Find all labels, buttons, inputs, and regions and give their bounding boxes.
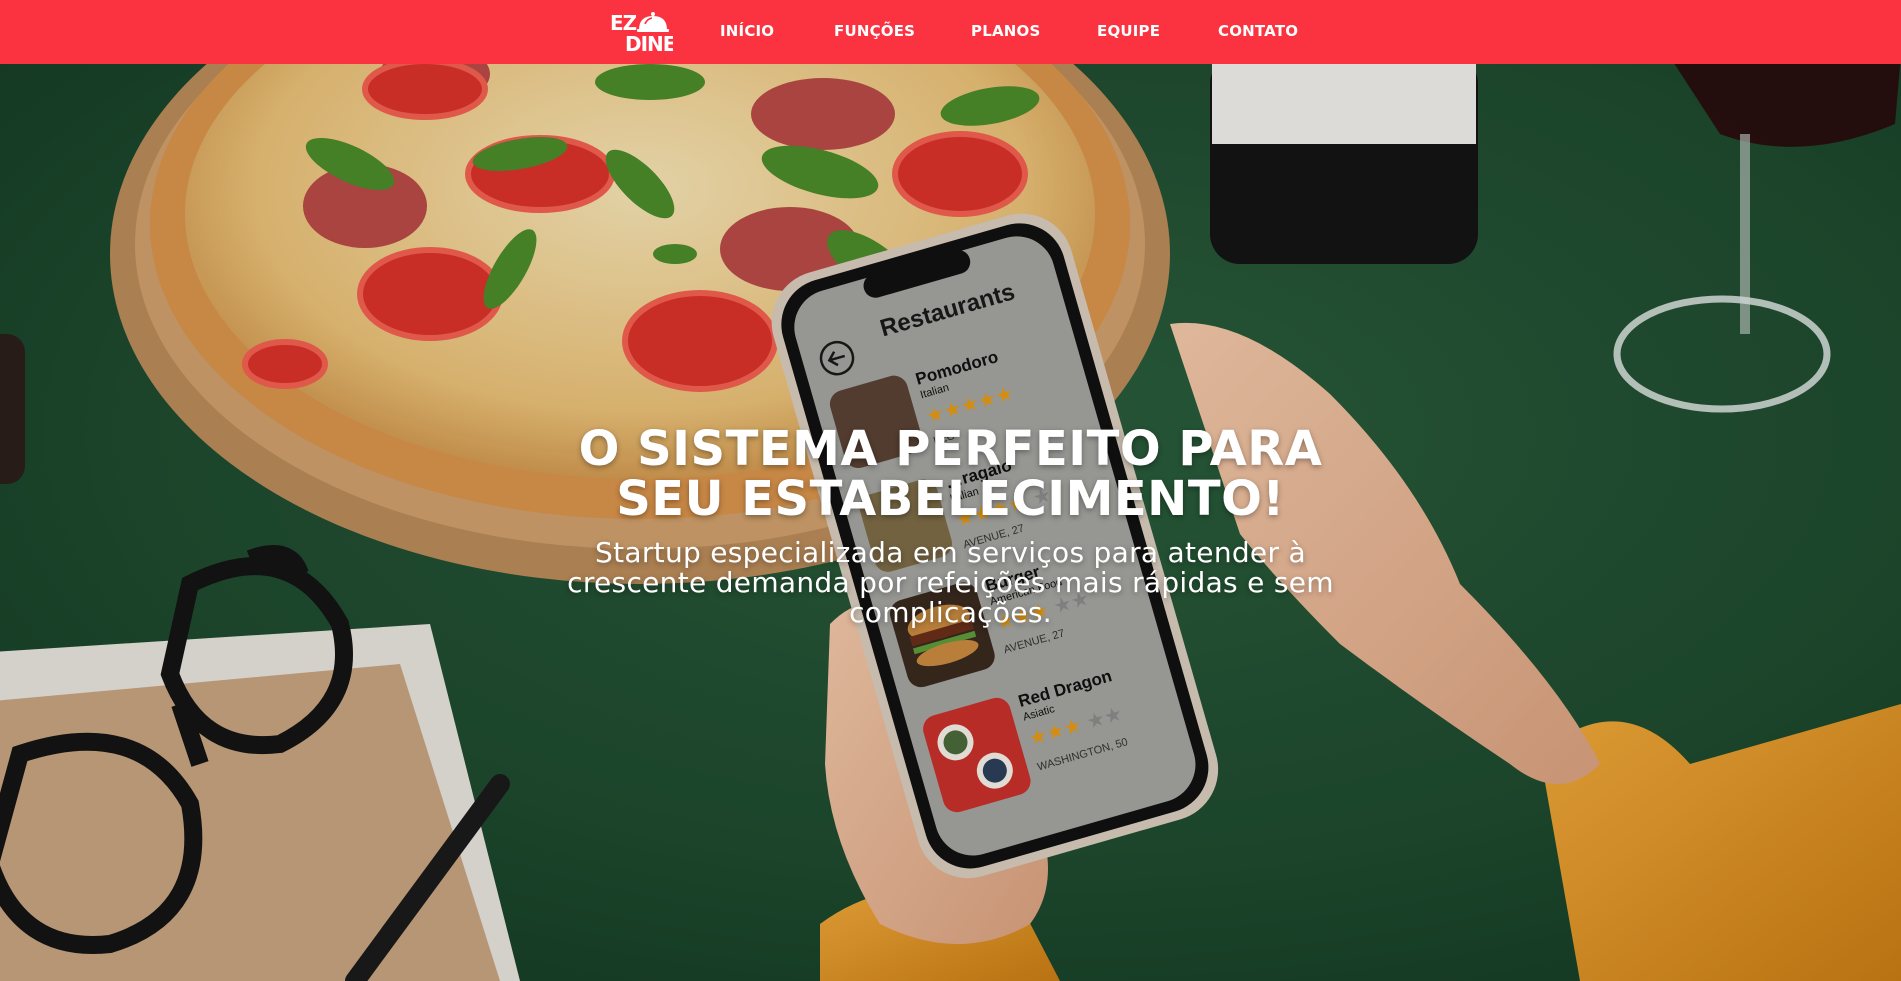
hero-subtitle-line-2: crescente demanda por refeições mais ráp… (567, 566, 1334, 599)
hero-subtitle: Startup especializada em serviços para a… (0, 538, 1901, 628)
hero-section: Restaurants Pomodoro Italian ★★★★★ LEC …… (0, 64, 1901, 981)
hero-subtitle-line-1: Startup especializada em serviços para a… (595, 536, 1306, 569)
hero-subtitle-line-3: complicações. (849, 596, 1052, 629)
logo-text-dine: DINE (625, 32, 673, 54)
nav-link-equipe[interactable]: EQUIPE (1097, 21, 1160, 41)
cloche-icon (637, 12, 669, 32)
hero-title-line-2: SEU ESTABELECIMENTO! (616, 471, 1285, 527)
nav-link-planos[interactable]: PLANOS (971, 21, 1040, 41)
ezdine-logo[interactable]: EZ DINE (609, 8, 673, 54)
nav-link-funcoes[interactable]: FUNÇÕES (834, 21, 915, 41)
navbar: EZ DINE INÍCIO FUNÇÕES PLANOS EQUIPE CON… (0, 0, 1901, 64)
nav-link-contato[interactable]: CONTATO (1218, 21, 1298, 41)
nav-link-inicio[interactable]: INÍCIO (720, 21, 774, 41)
hero-title: O SISTEMA PERFEITO PARA SEU ESTABELECIME… (0, 424, 1901, 524)
hero-title-line-1: O SISTEMA PERFEITO PARA (578, 421, 1323, 477)
